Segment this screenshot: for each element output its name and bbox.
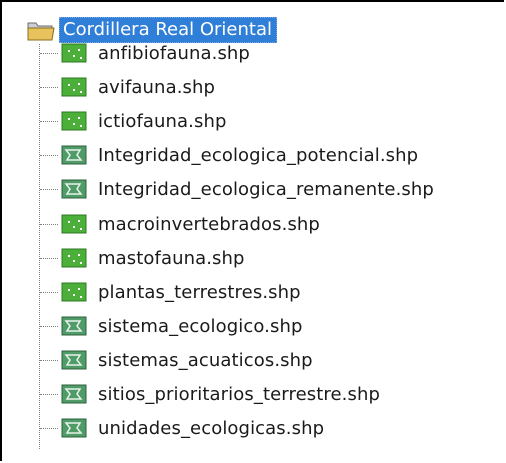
polygon-layer-icon — [61, 350, 87, 370]
layer-item-label: sistema_ecologico.shp — [98, 315, 303, 337]
layer-item[interactable]: unidades_ecologicas.shp — [40, 413, 324, 443]
tree-branch-line — [40, 120, 58, 122]
layer-item-label: Integridad_ecologica_potencial.shp — [98, 144, 419, 166]
tree-branch-line — [40, 154, 58, 156]
layer-item[interactable]: sistema_ecologico.shp — [40, 311, 303, 341]
layer-item[interactable]: avifauna.shp — [40, 72, 215, 102]
layer-item-label: macroinvertebrados.shp — [98, 213, 320, 235]
polygon-layer-icon — [61, 384, 87, 404]
tree-branch-line — [40, 188, 58, 190]
polygon-layer-icon — [61, 145, 87, 165]
layer-item-label: plantas_terrestres.shp — [98, 281, 301, 303]
layer-item[interactable]: ictiofauna.shp — [40, 106, 227, 136]
layer-item[interactable]: sitios_prioritarios_terrestre.shp — [40, 379, 380, 409]
tree-branch-line — [40, 325, 58, 327]
tree-branch-line — [40, 393, 58, 395]
point-layer-icon — [61, 111, 87, 131]
catalog-tree-panel: Cordillera Real Oriental anfibiofauna.sh… — [0, 0, 504, 461]
layer-item-label: ictiofauna.shp — [98, 110, 227, 132]
tree-branch-line — [40, 52, 58, 54]
layer-item-label: avifauna.shp — [98, 76, 216, 98]
layer-item[interactable]: Integridad_ecologica_potencial.shp — [40, 140, 418, 170]
polygon-layer-icon — [61, 179, 87, 199]
layer-item-label: anfibiofauna.shp — [98, 42, 250, 64]
tree-branch-line — [40, 359, 58, 361]
point-layer-icon — [61, 248, 87, 268]
polygon-layer-icon — [61, 316, 87, 336]
tree-branch-line — [40, 291, 58, 293]
point-layer-icon — [61, 43, 87, 63]
layer-item[interactable]: plantas_terrestres.shp — [40, 277, 301, 307]
layer-item[interactable]: macroinvertebrados.shp — [40, 209, 320, 239]
tree-branch-line — [40, 223, 58, 225]
layer-item-label: unidades_ecologicas.shp — [98, 417, 325, 439]
point-layer-icon — [61, 77, 87, 97]
layer-item[interactable]: sistemas_acuaticos.shp — [40, 345, 313, 375]
tree-branch-line — [40, 257, 58, 259]
polygon-layer-icon — [61, 418, 87, 438]
layer-item[interactable]: anfibiofauna.shp — [40, 38, 250, 68]
layer-item-label: Integridad_ecologica_remanente.shp — [98, 178, 434, 200]
tree-branch-line — [40, 427, 58, 429]
layer-item-label: sistemas_acuaticos.shp — [98, 349, 313, 371]
point-layer-icon — [61, 214, 87, 234]
layer-item-label: mastofauna.shp — [98, 247, 245, 269]
layer-item-label: sitios_prioritarios_terrestre.shp — [98, 383, 380, 405]
point-layer-icon — [61, 282, 87, 302]
tree-branch-line — [40, 86, 58, 88]
layer-item[interactable]: mastofauna.shp — [40, 243, 245, 273]
layer-item[interactable]: Integridad_ecologica_remanente.shp — [40, 174, 434, 204]
